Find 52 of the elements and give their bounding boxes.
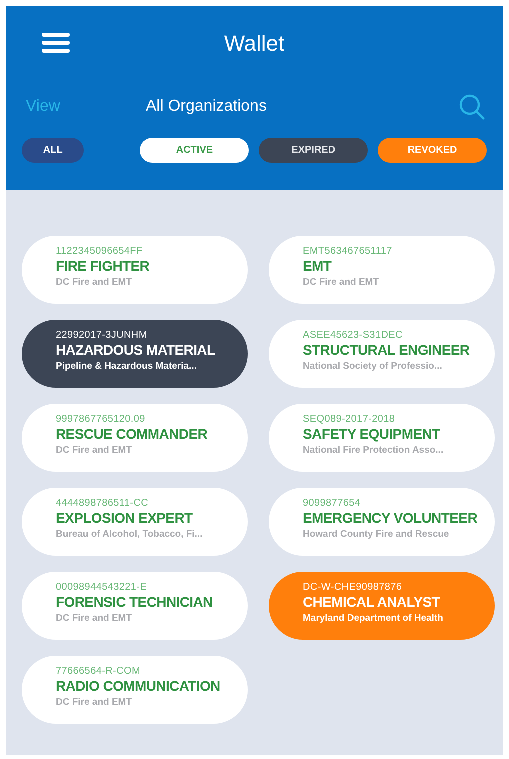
credential-card[interactable]: 9997867765120.09 RESCUE COMMANDER DC Fire and EMT — [22, 404, 248, 472]
issuer-name: Bureau of Alcohol, Tobacco, Fi... — [56, 529, 203, 540]
credential-card[interactable]: 1122345096654FF FIRE FIGHTER DC Fire and EMT — [22, 236, 248, 304]
credential-title: FIRE FIGHTER — [56, 258, 150, 274]
credential-card[interactable]: SEQ089-2017-2018 SAFETY EQUIPMENT National Fire Protection Asso... — [269, 404, 495, 472]
issuer-name: DC Fire and EMT — [56, 697, 132, 708]
credential-code: 22992017-3JUNHM — [56, 330, 148, 341]
issuer-name: DC Fire and EMT — [303, 277, 380, 288]
credential-title: HAZARDOUS MATERIAL — [56, 342, 216, 358]
credential-card[interactable]: DC-W-CHE90987876 CHEMICAL ANALYST Maryland Department of Health — [269, 572, 495, 640]
menu-icon[interactable] — [42, 32, 70, 54]
credential-title: STRUCTURAL ENGINEER — [303, 342, 470, 358]
issuer-name: National Society of Professio... — [303, 361, 442, 372]
credential-title: EMERGENCY VOLUNTEER — [303, 510, 478, 526]
credential-title: EXPLOSION EXPERT — [56, 510, 193, 526]
credential-code: 1122345096654FF — [56, 246, 143, 257]
credential-code: DC-W-CHE90987876 — [303, 582, 402, 593]
issuer-name: Pipeline & Hazardous Materia... — [56, 361, 197, 372]
credential-title: RADIO COMMUNICATION — [56, 678, 220, 694]
issuer-name: Howard County Fire and Rescue — [303, 529, 450, 540]
credential-card[interactable]: 00098944543221-E FORENSIC TECHNICIAN DC Fire and EMT — [22, 572, 248, 640]
filter-chip[interactable]: EXPIRED — [259, 138, 368, 163]
filter-chip[interactable]: ACTIVE — [140, 138, 250, 163]
organization-selector[interactable]: All Organizations — [146, 98, 459, 116]
credential-code: 9997867765120.09 — [56, 414, 146, 425]
issuer-name: DC Fire and EMT — [56, 277, 132, 288]
view-link[interactable]: View — [22, 98, 146, 116]
credential-code: 77666564-R-COM — [56, 666, 141, 677]
issuer-name: National Fire Protection Asso... — [303, 445, 444, 456]
credential-code: SEQ089-2017-2018 — [303, 414, 396, 425]
credential-card[interactable]: 22992017-3JUNHM HAZARDOUS MATERIAL Pipeline & Hazardous Materia... — [22, 320, 248, 388]
credential-code: 4444898786511-CC — [56, 498, 149, 509]
filter-chip[interactable]: ALL — [22, 138, 84, 163]
issuer-name: DC Fire and EMT — [56, 613, 132, 624]
credential-card[interactable]: ASEE45623-S31DEC STRUCTURAL ENGINEER National Society of Professio... — [269, 320, 495, 388]
credential-title: CHEMICAL ANALYST — [303, 594, 440, 610]
issuer-name: DC Fire and EMT — [56, 445, 132, 456]
credential-card[interactable]: EMT563467651117 EMT DC Fire and EMT — [269, 236, 495, 304]
credential-code: ASEE45623-S31DEC — [303, 330, 403, 341]
credential-code: EMT563467651117 — [303, 246, 392, 257]
credential-title: RESCUE COMMANDER — [56, 426, 208, 442]
app-title: Wallet — [224, 31, 285, 57]
filter-chip[interactable]: REVOKED — [378, 138, 487, 163]
credential-card[interactable]: 4444898786511-CC EXPLOSION EXPERT Bureau of Alcohol, Tobacco, Fi... — [22, 488, 248, 556]
credential-code: 00098944543221-E — [56, 582, 148, 593]
credential-card[interactable]: 77666564-R-COM RADIO COMMUNICATION DC Fire and EMT — [22, 656, 248, 724]
credential-title: EMT — [303, 258, 332, 274]
credential-title: SAFETY EQUIPMENT — [303, 426, 440, 442]
credential-title: FORENSIC TECHNICIAN — [56, 594, 213, 610]
credential-card[interactable]: 9099877654 EMERGENCY VOLUNTEER Howard County Fire and Rescue — [269, 488, 495, 556]
credential-code: 9099877654 — [303, 498, 361, 509]
issuer-name: Maryland Department of Health — [303, 613, 444, 624]
